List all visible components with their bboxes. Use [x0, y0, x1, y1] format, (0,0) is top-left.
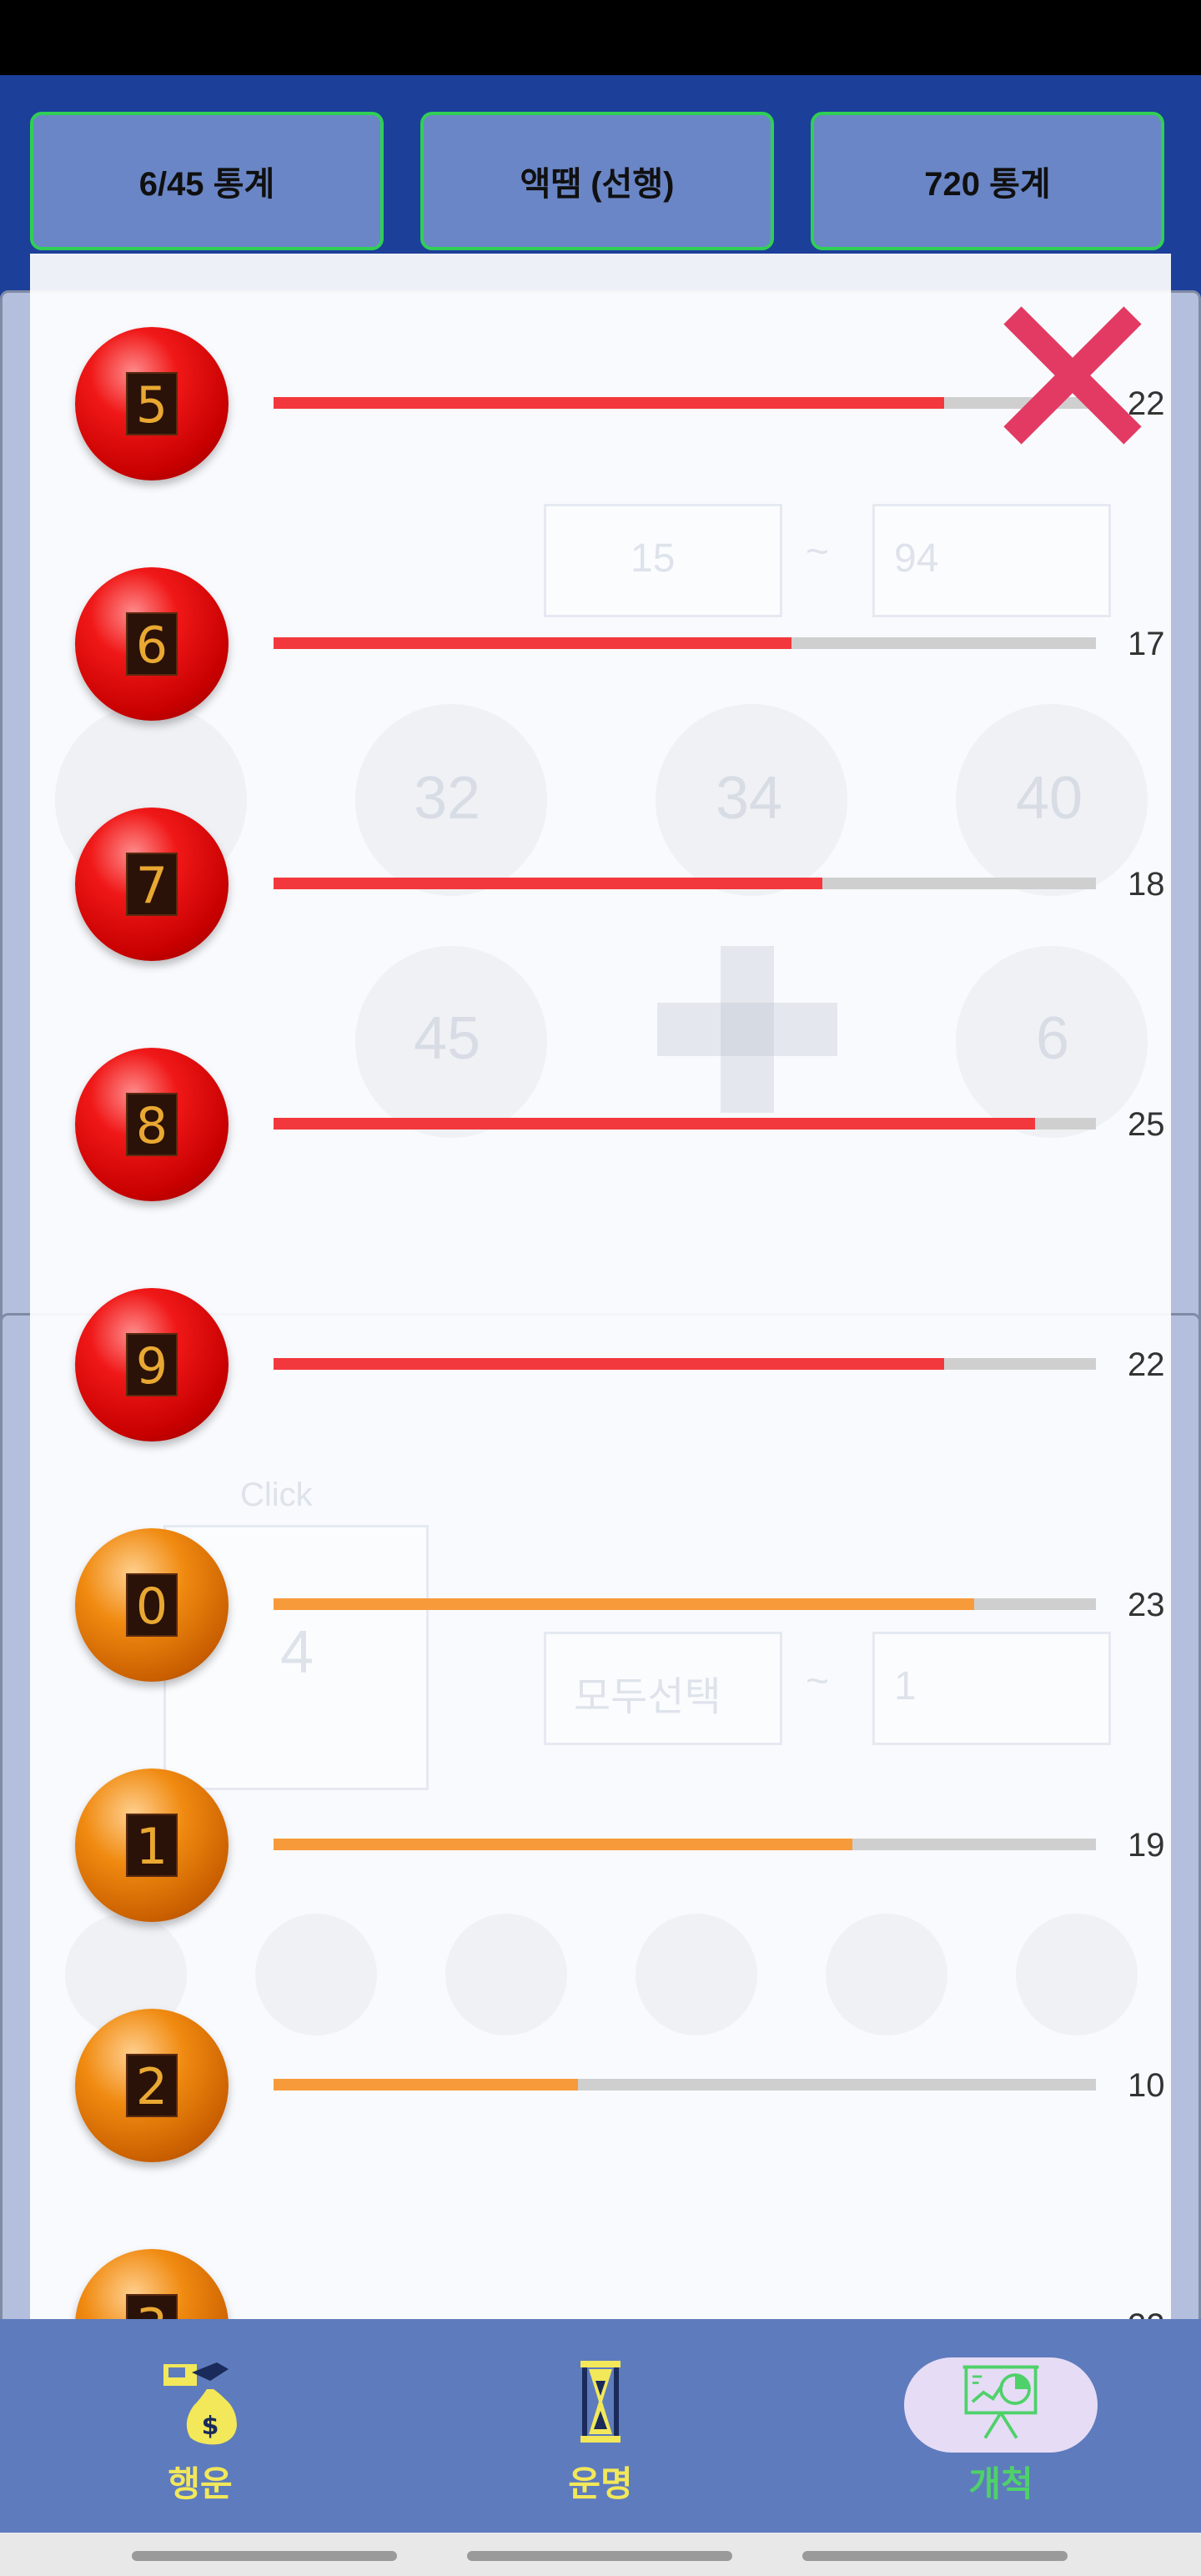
gesture-handle [132, 2551, 397, 2561]
click-label: Click [240, 1477, 313, 1513]
digit-ball: 1 [75, 1768, 229, 1922]
nav-label-luck: 행운 [168, 2464, 233, 2503]
nav-label-pioneer: 개척 [968, 2464, 1033, 2503]
frequency-count: 10 [1128, 2067, 1165, 2104]
digit-ball-number: 9 [126, 1333, 178, 1396]
frequency-bar-track [274, 878, 1096, 889]
frequency-count: 22 [1128, 1346, 1165, 1383]
status-bar [0, 0, 1201, 75]
digit-ball-number: 7 [126, 853, 178, 916]
tab-720-stats[interactable]: 720 통계 [811, 112, 1164, 250]
digit-ball: 7 [75, 808, 229, 961]
digit-ball: 8 [75, 1048, 229, 1201]
frequency-bar-track [274, 1118, 1096, 1130]
frequency-bar-fill [274, 1839, 853, 1850]
frequency-bar-fill [274, 1358, 944, 1370]
digit-stat-row: 1 19 [30, 1762, 1171, 1929]
digit-ball-number: 8 [126, 1093, 178, 1156]
frequency-bar-fill [274, 2079, 578, 2090]
nav-item-pioneer[interactable]: 개척 [876, 2319, 1126, 2533]
digit-ball: 2 [75, 2009, 229, 2162]
nav-item-luck[interactable]: $ 행운 [75, 2319, 325, 2533]
nav-label-destiny: 운명 [568, 2464, 633, 2503]
digit-stat-row: 6 17 [30, 561, 1171, 727]
frequency-bar-fill [274, 1118, 1036, 1130]
frequency-bar-track [274, 1839, 1096, 1850]
gesture-handle [467, 2551, 732, 2561]
bottom-nav: $ 행운 운명 개척 [0, 2319, 1201, 2533]
frequency-count: 23 [1128, 1587, 1165, 1623]
svg-text:$: $ [202, 2412, 219, 2441]
digit-ball-number: 1 [126, 1814, 178, 1877]
hourglass-icon [580, 2361, 621, 2443]
frequency-count: 25 [1128, 1106, 1165, 1143]
close-icon[interactable] [989, 292, 1156, 459]
digit-ball-number: 5 [126, 372, 178, 435]
frequency-count: 17 [1128, 626, 1165, 662]
frequency-bar-track [274, 1598, 1096, 1610]
tab-645-stats[interactable]: 6/45 통계 [30, 112, 384, 250]
frequency-count: 22 [1128, 2306, 1171, 2319]
digit-stat-row: 2 10 [30, 2002, 1171, 2169]
digit-ball: 5 [75, 327, 229, 480]
digit-stat-row: 7 18 [30, 801, 1171, 968]
frequency-bar-track [274, 1358, 1096, 1370]
tab-preemptive[interactable]: 액땜 (선행) [420, 112, 774, 250]
gesture-bar [0, 2533, 1201, 2576]
frequency-bar-fill [274, 637, 792, 649]
digit-stat-row: 9 22 [30, 1281, 1171, 1448]
digit-stat-row: 0 23 [30, 1522, 1171, 1688]
digit-ball-number: 3 [126, 2294, 178, 2319]
nav-item-destiny[interactable]: 운명 [475, 2319, 726, 2533]
digit-ball: 0 [75, 1528, 229, 1682]
digit-ball-number: 2 [126, 2054, 178, 2117]
frequency-count: 18 [1128, 866, 1165, 903]
digit-stats-dialog: 15 ~ 94 32 34 40 45 6 Click 4 모두선택 ~ 1 5… [30, 254, 1171, 2319]
digit-ball: 6 [75, 567, 229, 721]
frequency-bar-track [274, 2079, 1096, 2090]
frequency-bar-fill [274, 1598, 975, 1610]
digit-ball-number: 6 [126, 612, 178, 676]
frequency-bar-fill [274, 878, 822, 889]
frequency-bar-fill [274, 397, 944, 409]
digit-ball: 9 [75, 1288, 229, 1441]
digit-stat-row: 3 22 [30, 2242, 1171, 2319]
frequency-bar-track [274, 397, 1096, 409]
presentation-chart-icon [962, 2365, 1039, 2439]
frequency-count: 19 [1128, 1827, 1165, 1864]
money-bag-icon: $ [163, 2362, 237, 2445]
gesture-handle [802, 2551, 1068, 2561]
frequency-bar-track [274, 637, 1096, 649]
digit-ball-number: 0 [126, 1573, 178, 1637]
digit-stat-row: 8 25 [30, 1041, 1171, 1208]
digit-ball: 3 [75, 2249, 229, 2319]
